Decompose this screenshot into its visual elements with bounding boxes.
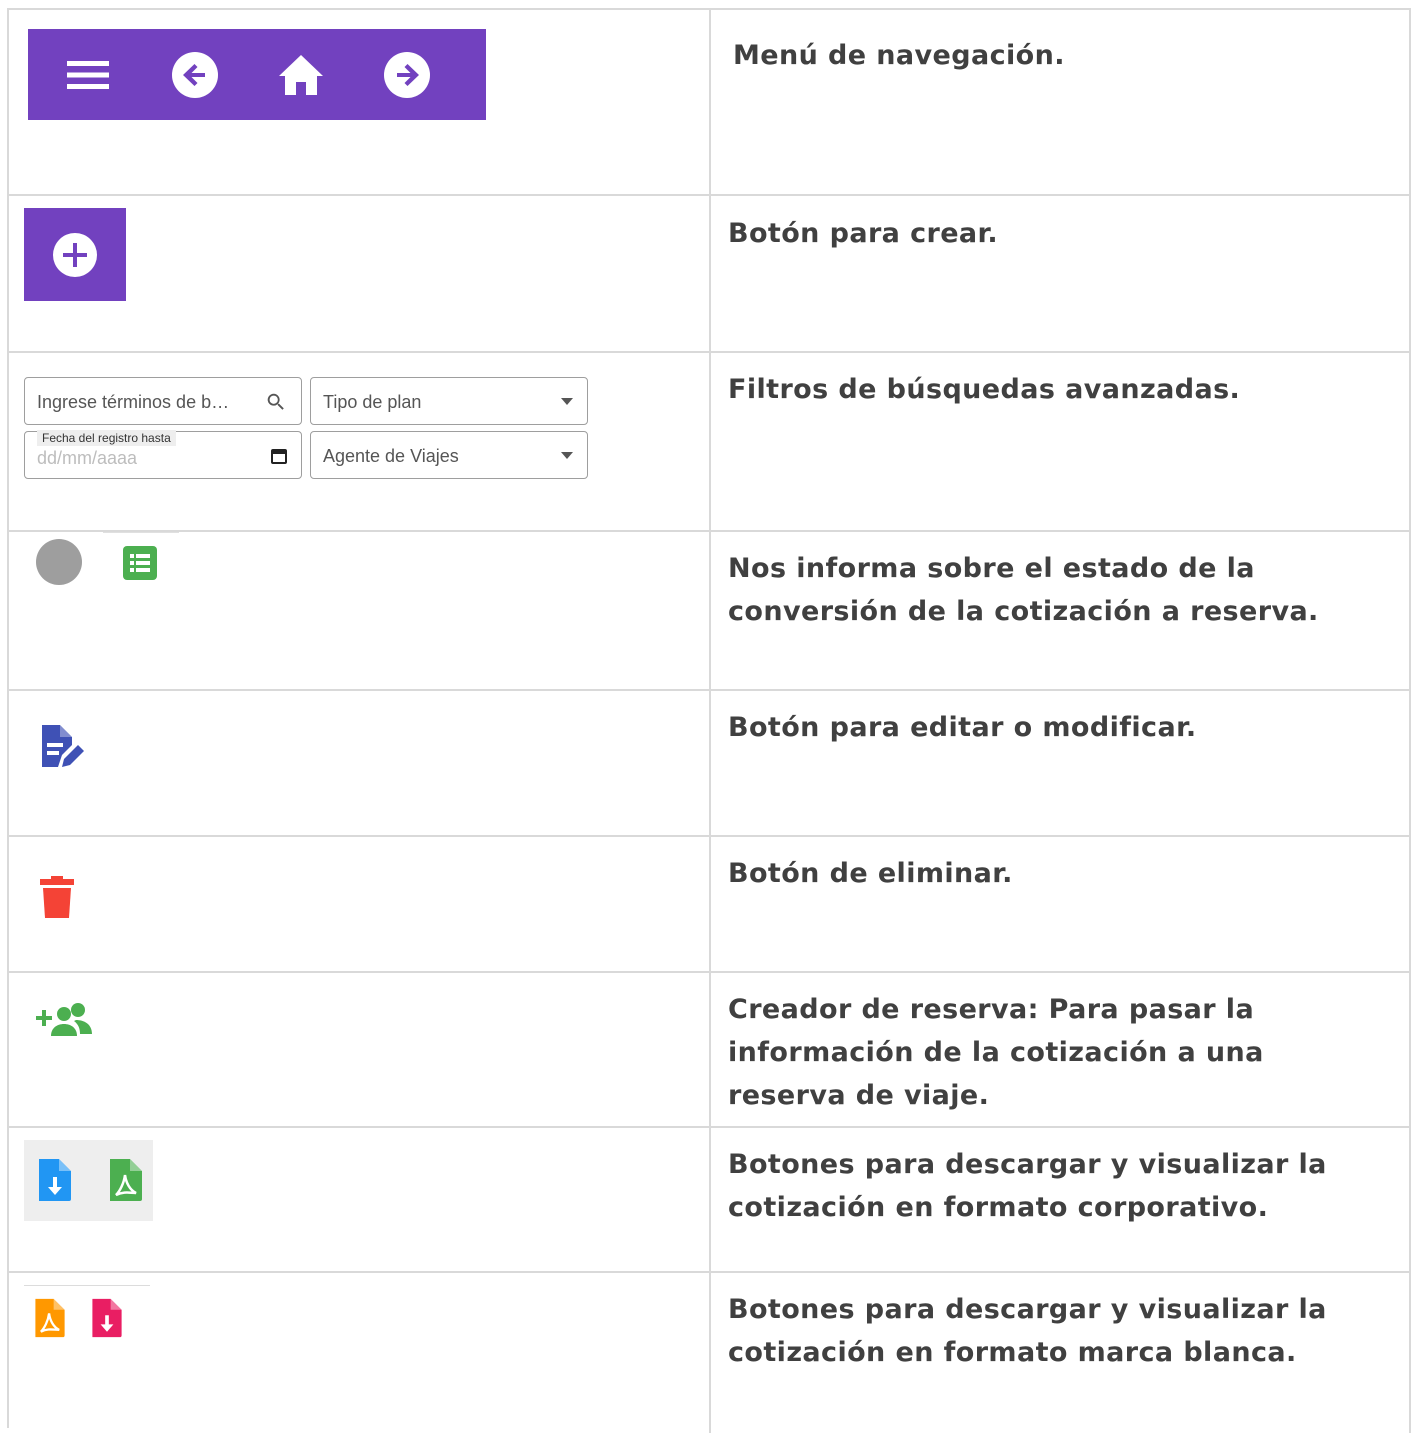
arrow-back-icon xyxy=(172,52,218,98)
description-cell: Menú de navegación. xyxy=(711,10,1411,194)
feature-table: Menú de navegación. Botón para crear. In… xyxy=(7,8,1411,1433)
agent-select[interactable]: Agente de Viajes xyxy=(310,431,588,479)
description-cell: Nos informa sobre el estado de la conver… xyxy=(711,532,1411,689)
agent-value: Agente de Viajes xyxy=(323,446,459,466)
calendar-icon[interactable] xyxy=(271,448,287,464)
add-circle-icon xyxy=(53,232,97,277)
row-description: Botón de eliminar. xyxy=(728,858,1013,889)
description-cell: Creador de reserva: Para pasar la inform… xyxy=(711,973,1411,1126)
table-row: Botones para descargar y visualizar la c… xyxy=(9,1273,1411,1433)
icon-cell xyxy=(9,532,711,689)
table-row: Botón para crear. xyxy=(9,196,1411,353)
table-row: Botón de eliminar. xyxy=(9,837,1411,973)
back-button[interactable] xyxy=(171,51,219,99)
row-description: Botones para descargar y visualizar la c… xyxy=(728,1294,1327,1368)
dropdown-arrow-icon xyxy=(561,452,573,459)
menu-icon xyxy=(67,61,109,89)
forward-button[interactable] xyxy=(383,51,431,99)
icon-cell xyxy=(9,1128,711,1271)
row-description: Filtros de búsquedas avanzadas. xyxy=(728,374,1241,405)
menu-button[interactable] xyxy=(64,51,112,99)
icon-cell xyxy=(9,837,711,971)
row-description: Menú de navegación. xyxy=(733,40,1065,71)
description-cell: Filtros de búsquedas avanzadas. xyxy=(711,353,1411,530)
file-download-icon[interactable] xyxy=(37,1157,73,1203)
divider xyxy=(24,1285,150,1286)
plan-type-value: Tipo de plan xyxy=(323,392,422,412)
row-description: Creador de reserva: Para pasar la inform… xyxy=(728,994,1264,1111)
list-icon[interactable] xyxy=(122,545,158,581)
date-placeholder: dd/mm/aaaa xyxy=(37,448,138,468)
icon-cell xyxy=(9,691,711,835)
navigation-bar xyxy=(28,29,486,120)
table-row: Botones para descargar y visualizar la c… xyxy=(9,1128,1411,1273)
table-row: Nos informa sobre el estado de la conver… xyxy=(9,532,1411,691)
description-cell: Botón para crear. xyxy=(711,196,1411,351)
create-button[interactable] xyxy=(24,208,126,301)
row-description: Nos informa sobre el estado de la conver… xyxy=(728,553,1319,627)
file-download-icon[interactable] xyxy=(90,1297,124,1339)
table-row: Botón para editar o modificar. xyxy=(9,691,1411,837)
edit-document-icon[interactable] xyxy=(38,723,84,771)
pdf-icon[interactable] xyxy=(108,1157,144,1203)
icon-cell xyxy=(9,973,711,1126)
corporate-buttons-group xyxy=(24,1140,153,1221)
home-icon xyxy=(279,55,323,95)
divider xyxy=(103,532,179,533)
plan-type-select[interactable]: Tipo de plan xyxy=(310,377,588,425)
icon-cell xyxy=(9,10,711,194)
home-button[interactable] xyxy=(277,51,325,99)
icon-cell xyxy=(9,196,711,351)
pdf-icon[interactable] xyxy=(33,1297,67,1339)
icon-cell: Ingrese términos de b… Tipo de plan Fech… xyxy=(9,353,711,530)
search-icon xyxy=(267,393,284,410)
search-field[interactable]: Ingrese términos de b… xyxy=(24,377,302,425)
description-cell: Botones para descargar y visualizar la c… xyxy=(711,1273,1411,1433)
row-description: Botones para descargar y visualizar la c… xyxy=(728,1149,1327,1223)
table-row: Ingrese términos de b… Tipo de plan Fech… xyxy=(9,353,1411,532)
description-cell: Botón de eliminar. xyxy=(711,837,1411,971)
arrow-forward-icon xyxy=(384,52,430,98)
status-circle-icon[interactable] xyxy=(35,538,83,586)
row-description: Botón para crear. xyxy=(728,218,999,249)
table-row: Creador de reserva: Para pasar la inform… xyxy=(9,973,1411,1128)
add-group-icon[interactable] xyxy=(36,1002,94,1038)
date-label: Fecha del registro hasta xyxy=(37,430,176,446)
dropdown-arrow-icon xyxy=(561,398,573,405)
date-field[interactable]: Fecha del registro hasta dd/mm/aaaa xyxy=(24,430,302,479)
table-row: Menú de navegación. xyxy=(9,10,1411,196)
icon-cell xyxy=(9,1273,711,1433)
search-placeholder: Ingrese términos de b… xyxy=(37,392,230,412)
row-description: Botón para editar o modificar. xyxy=(728,712,1197,743)
trash-icon[interactable] xyxy=(39,876,75,920)
description-cell: Botones para descargar y visualizar la c… xyxy=(711,1128,1411,1271)
description-cell: Botón para editar o modificar. xyxy=(711,691,1411,835)
